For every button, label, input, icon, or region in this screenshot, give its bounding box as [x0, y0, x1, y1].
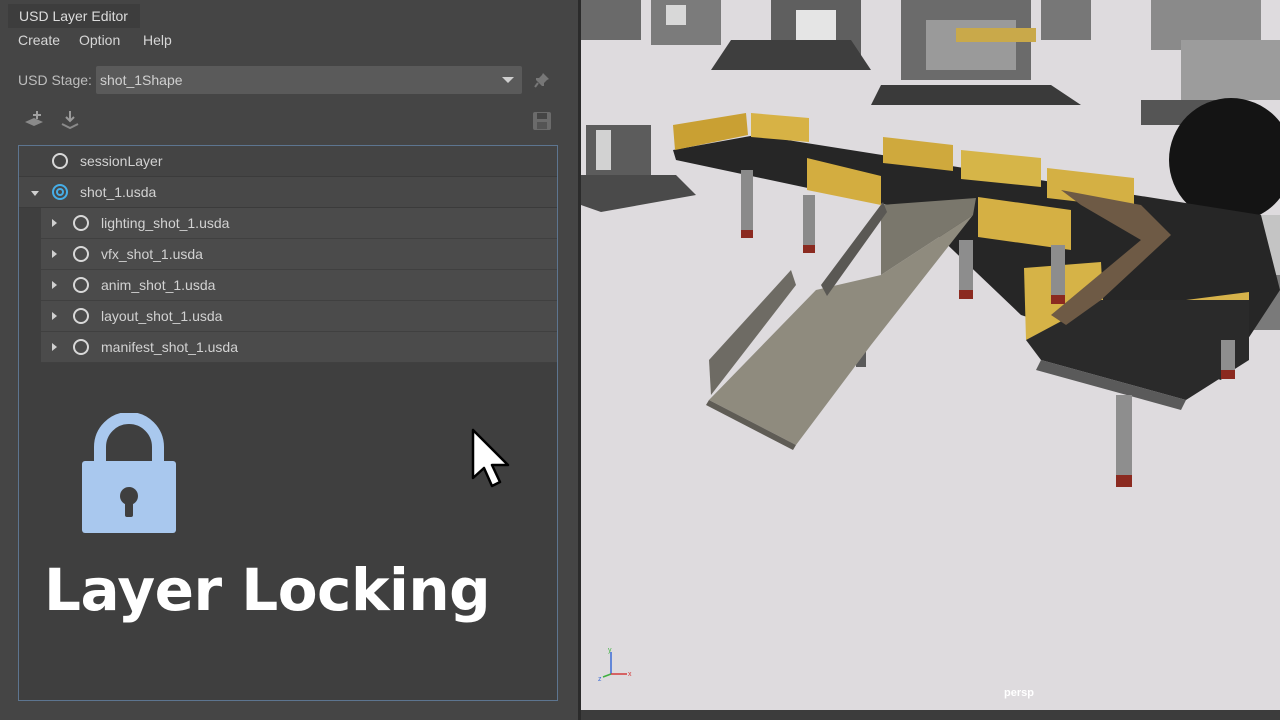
- caret-right-icon[interactable]: [49, 280, 59, 290]
- svg-text:x: x: [628, 671, 632, 678]
- menu-create[interactable]: Create: [18, 32, 60, 48]
- caret-down-icon[interactable]: [30, 188, 40, 198]
- layer-label: anim_shot_1.usda: [101, 277, 216, 293]
- viewport-bottom-bar: [581, 710, 1280, 720]
- target-layer-radio-icon[interactable]: [73, 277, 89, 293]
- layer-row-session[interactable]: sessionLayer: [19, 146, 557, 177]
- menu-bar: Create Option Help: [0, 28, 578, 54]
- layer-row-root[interactable]: shot_1.usda: [19, 177, 557, 208]
- mouse-cursor-icon: [471, 428, 510, 488]
- axis-gizmo-icon: y x z: [598, 647, 632, 683]
- target-layer-radio-icon[interactable]: [52, 184, 68, 200]
- pin-icon[interactable]: [532, 70, 552, 90]
- stage-dropdown[interactable]: shot_1Shape: [96, 66, 522, 94]
- layer-label: shot_1.usda: [80, 184, 157, 200]
- layer-label: vfx_shot_1.usda: [101, 246, 203, 262]
- usd-layer-editor-panel: USD Layer Editor Create Option Help USD …: [0, 0, 578, 720]
- menu-option[interactable]: Option: [79, 32, 120, 48]
- caret-right-icon[interactable]: [49, 311, 59, 321]
- layer-row-child[interactable]: vfx_shot_1.usda: [41, 239, 557, 270]
- lock-icon: [82, 413, 176, 533]
- target-layer-radio-icon[interactable]: [73, 215, 89, 231]
- target-layer-radio-icon[interactable]: [73, 339, 89, 355]
- 3d-viewport[interactable]: y x z persp: [581, 0, 1280, 710]
- scene-render: [581, 0, 1280, 487]
- caret-right-icon[interactable]: [49, 342, 59, 352]
- layer-row-child[interactable]: anim_shot_1.usda: [41, 270, 557, 301]
- add-layer-icon[interactable]: [23, 109, 45, 131]
- target-layer-radio-icon[interactable]: [73, 308, 89, 324]
- target-layer-radio-icon[interactable]: [52, 153, 68, 169]
- overlay-title: Layer Locking: [44, 556, 491, 624]
- window-title-tab[interactable]: USD Layer Editor: [8, 4, 140, 28]
- target-layer-radio-icon[interactable]: [73, 246, 89, 262]
- caret-right-icon[interactable]: [49, 218, 59, 228]
- caret-right-icon[interactable]: [49, 249, 59, 259]
- layer-label: sessionLayer: [80, 153, 163, 169]
- menu-help[interactable]: Help: [143, 32, 172, 48]
- svg-text:z: z: [598, 676, 602, 683]
- layer-label: manifest_shot_1.usda: [101, 339, 238, 355]
- layer-label: layout_shot_1.usda: [101, 308, 223, 324]
- stage-label: USD Stage:: [18, 72, 92, 88]
- chevron-down-icon[interactable]: [494, 66, 522, 94]
- layer-row-child[interactable]: lighting_shot_1.usda: [41, 208, 557, 239]
- camera-label: persp: [1004, 687, 1034, 699]
- save-icon[interactable]: [531, 110, 553, 132]
- stage-value: shot_1Shape: [100, 72, 183, 88]
- svg-text:y: y: [608, 647, 612, 654]
- layer-row-child[interactable]: manifest_shot_1.usda: [41, 332, 557, 363]
- stage-row: USD Stage: shot_1Shape: [0, 66, 578, 94]
- layer-row-child[interactable]: layout_shot_1.usda: [41, 301, 557, 332]
- layer-label: lighting_shot_1.usda: [101, 215, 230, 231]
- load-layer-icon[interactable]: [59, 109, 81, 131]
